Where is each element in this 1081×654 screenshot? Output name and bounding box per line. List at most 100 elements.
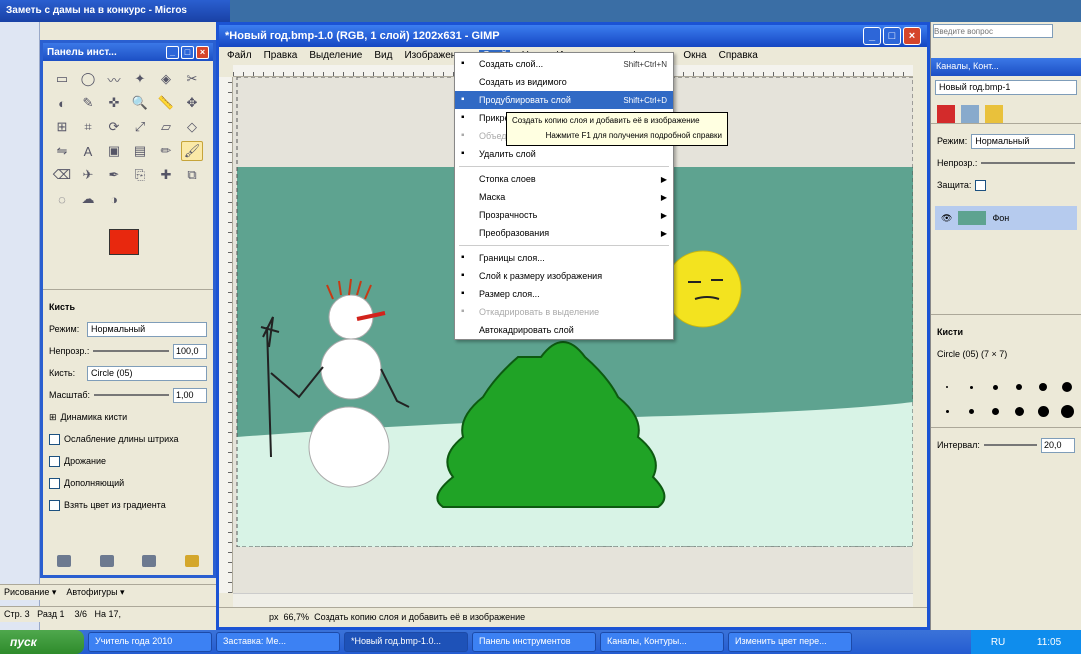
paths-icon[interactable]: ✎	[77, 93, 99, 113]
mode-select[interactable]: Нормальный	[87, 321, 207, 337]
vertical-ruler[interactable]	[219, 77, 233, 593]
brush-preset[interactable]	[937, 377, 957, 397]
brush-preset[interactable]	[1009, 401, 1029, 421]
close-icon[interactable]: ×	[903, 27, 921, 45]
zoom-icon[interactable]: 🔍	[129, 93, 151, 113]
pencil-icon[interactable]: ✏	[155, 141, 177, 161]
blend-icon[interactable]: ▤	[129, 141, 151, 161]
save-options-icon[interactable]	[57, 555, 72, 567]
taskbar-button[interactable]: Заставка: Ме...	[216, 632, 340, 652]
zoom-select[interactable]: 66,7%	[284, 612, 310, 622]
menu-item[interactable]: ▪ Продублировать слой Shift+Ctrl+D	[455, 91, 673, 109]
maximize-icon[interactable]: □	[883, 27, 901, 45]
maximize-icon[interactable]: □	[181, 45, 194, 59]
language-indicator[interactable]: RU	[991, 637, 1005, 648]
taskbar-button[interactable]: Каналы, Контуры...	[600, 632, 724, 652]
taskbar-button[interactable]: *Новый год.bmp-1.0...	[344, 632, 468, 652]
unit-select[interactable]: px	[269, 612, 279, 622]
move-icon[interactable]: ✥	[181, 93, 203, 113]
brush-preset[interactable]	[1033, 401, 1053, 421]
menu-3[interactable]: Вид	[374, 50, 392, 62]
close-icon[interactable]: ×	[196, 45, 209, 59]
eraser-icon[interactable]: ⌫	[51, 165, 73, 185]
crop-icon[interactable]: ⌗	[77, 117, 99, 137]
minimize-icon[interactable]: _	[166, 45, 179, 59]
dynamics-expander[interactable]: ⊞	[49, 412, 57, 423]
flip-icon[interactable]: ⇋	[51, 141, 73, 161]
brush-preset[interactable]	[937, 401, 957, 421]
fade-checkbox[interactable]	[49, 433, 60, 445]
free-select-icon[interactable]: 〰	[103, 69, 125, 89]
restore-options-icon[interactable]	[99, 555, 114, 567]
brush-preset[interactable]	[1009, 377, 1029, 397]
image-selector[interactable]: Новый год.bmp-1	[935, 80, 1077, 95]
paths-tab-icon[interactable]	[985, 105, 1003, 123]
ellipse-select-icon[interactable]: ◯	[77, 69, 99, 89]
blur-icon[interactable]: ◌	[51, 189, 73, 209]
bucket-fill-icon[interactable]: ▣	[103, 141, 125, 161]
minimize-icon[interactable]: _	[863, 27, 881, 45]
scissors-icon[interactable]: ✂	[181, 69, 203, 89]
rotate-icon[interactable]: ⟳	[103, 117, 125, 137]
menu-item[interactable]: Стопка слоев ▶	[455, 170, 673, 188]
layer-mode-select[interactable]: Нормальный	[971, 133, 1075, 149]
menu-item[interactable]: ▪ Размер слоя...	[455, 285, 673, 303]
menu-item[interactable]: ▪ Создать слой... Shift+Ctrl+N	[455, 55, 673, 73]
menu-0[interactable]: Файл	[227, 50, 252, 62]
menu-1[interactable]: Правка	[264, 50, 298, 62]
incremental-checkbox[interactable]	[49, 477, 60, 489]
menu-10[interactable]: Справка	[719, 50, 758, 62]
fuzzy-select-icon[interactable]: ✦	[129, 69, 151, 89]
heal-icon[interactable]: ✚	[155, 165, 177, 185]
menu-9[interactable]: Окна	[683, 50, 706, 62]
opacity-spin[interactable]: 100,0	[173, 343, 207, 359]
taskbar-button[interactable]: Учитель года 2010	[88, 632, 212, 652]
layer-name[interactable]: Фон	[992, 213, 1009, 223]
menu-item[interactable]: Преобразования ▶	[455, 224, 673, 242]
brush-preset[interactable]	[961, 401, 981, 421]
layer-opacity-slider[interactable]	[981, 162, 1075, 164]
lock-checkbox[interactable]	[975, 179, 987, 191]
brush-preset[interactable]	[1057, 377, 1077, 397]
opacity-slider[interactable]	[93, 350, 169, 352]
image-window-titlebar[interactable]: *Новый год.bmp-1.0 (RGB, 1 слой) 1202x63…	[219, 25, 927, 47]
brush-preset[interactable]	[985, 401, 1005, 421]
scale-spin[interactable]: 1,00	[173, 387, 207, 403]
menu-item[interactable]: ▪ Слой к размеру изображения	[455, 267, 673, 285]
brush-preset[interactable]	[1057, 401, 1077, 421]
drawing-menu[interactable]: Рисование ▾	[4, 587, 56, 597]
text-icon[interactable]: A	[77, 141, 99, 161]
menu-item[interactable]: Прозрачность ▶	[455, 206, 673, 224]
measure-icon[interactable]: 📏	[155, 93, 177, 113]
scale-icon[interactable]: ⤢	[129, 117, 151, 137]
smudge-icon[interactable]: ☁	[77, 189, 99, 209]
brush-preset[interactable]	[961, 377, 981, 397]
reset-options-icon[interactable]	[184, 555, 199, 567]
menu-item[interactable]: ▪ Границы слоя...	[455, 249, 673, 267]
help-search-input[interactable]	[933, 24, 1053, 38]
foreground-select-icon[interactable]: ◐	[51, 93, 73, 113]
taskbar-button[interactable]: Изменить цвет пере...	[728, 632, 852, 652]
menu-item[interactable]: Создать из видимого	[455, 73, 673, 91]
gradient-checkbox[interactable]	[49, 499, 60, 511]
shear-icon[interactable]: ▱	[155, 117, 177, 137]
paintbrush-icon[interactable]: 🖌	[181, 141, 203, 161]
start-button[interactable]: пуск	[0, 630, 84, 654]
brush-select[interactable]: Circle (05)	[87, 365, 207, 381]
jitter-checkbox[interactable]	[49, 455, 60, 467]
toolbox-titlebar[interactable]: Панель инст... _ □ ×	[43, 43, 213, 61]
align-icon[interactable]: ⊞	[51, 117, 73, 137]
airbrush-icon[interactable]: ✈	[77, 165, 99, 185]
menu-item[interactable]: ▪ Удалить слой	[455, 145, 673, 163]
menu-item[interactable]: Маска ▶	[455, 188, 673, 206]
delete-options-icon[interactable]	[142, 555, 157, 567]
layer-row[interactable]: 👁 Фон	[935, 206, 1077, 230]
taskbar-button[interactable]: Панель инструментов	[472, 632, 596, 652]
color-select-icon[interactable]: ◈	[155, 69, 177, 89]
channels-tab-icon[interactable]	[961, 105, 979, 123]
foreground-color-swatch[interactable]	[109, 229, 139, 255]
color-picker-icon[interactable]: ✜	[103, 93, 125, 113]
menu-item[interactable]: Автокадрировать слой	[455, 321, 673, 339]
brush-preset[interactable]	[1033, 377, 1053, 397]
word-title[interactable]: Заметь с дамы на в конкурс - Micros	[0, 0, 230, 22]
